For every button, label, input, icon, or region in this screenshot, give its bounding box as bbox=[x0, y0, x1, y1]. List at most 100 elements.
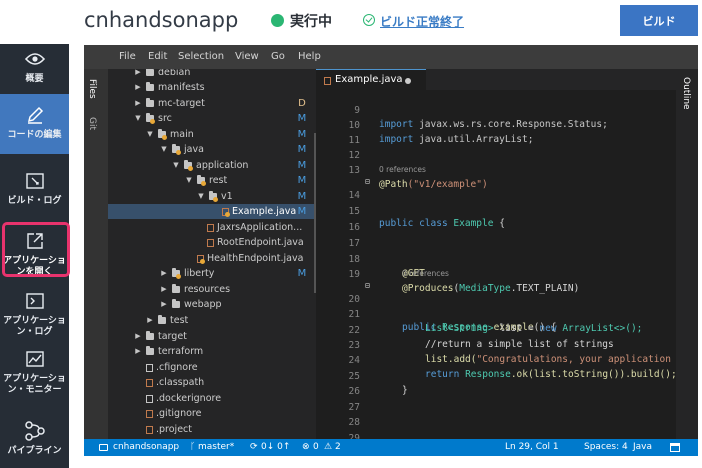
sync-icon: ⟳ bbox=[250, 442, 258, 452]
unsaved-dot-icon[interactable] bbox=[405, 78, 411, 84]
outline-panel-tab[interactable] bbox=[676, 69, 698, 439]
tab-outline[interactable]: Outline bbox=[681, 77, 691, 110]
tree-item[interactable]: .classpath bbox=[108, 375, 316, 390]
tree-item[interactable]: ▶ mc-target D bbox=[108, 96, 316, 111]
file-icon bbox=[146, 364, 153, 372]
git-branch-icon: ᚴ bbox=[190, 442, 196, 452]
tab-files[interactable]: Files bbox=[87, 79, 97, 99]
status-cursor-position[interactable]: Ln 29, Col 1 bbox=[505, 442, 559, 452]
tree-item-label: target bbox=[158, 331, 187, 342]
nav-overview[interactable]: 概要 bbox=[0, 44, 69, 92]
code-line: 27 bbox=[316, 387, 676, 413]
status-indentation[interactable]: Spaces: 4 bbox=[584, 442, 628, 452]
tab-example-java[interactable]: Example.java bbox=[316, 69, 426, 90]
tree-item[interactable]: JaxrsApplication... bbox=[108, 220, 316, 235]
tree-item-label: mc-target bbox=[158, 98, 205, 109]
build-status-link[interactable]: ビルド正常終了 bbox=[380, 13, 464, 30]
tree-item[interactable]: .gitignore bbox=[108, 406, 316, 421]
tab-label: Example.java bbox=[335, 74, 403, 85]
nav-pipeline[interactable]: パイプライン bbox=[0, 416, 69, 466]
status-project[interactable]: cnhandsonapp bbox=[113, 442, 179, 452]
tree-item-label: Example.java bbox=[232, 206, 297, 217]
git-status-modified: M bbox=[297, 144, 307, 155]
tree-item-label: .project bbox=[156, 424, 192, 435]
tree-item-selected[interactable]: Example.java M bbox=[108, 204, 316, 219]
terminal-icon bbox=[25, 290, 44, 312]
tree-item-label: java bbox=[184, 144, 204, 155]
java-file-icon bbox=[207, 239, 214, 247]
git-status-modified: M bbox=[297, 160, 307, 171]
error-icon: ⊗ bbox=[302, 442, 310, 452]
chevron-right-icon: ▶ bbox=[135, 83, 141, 91]
status-bar: cnhandsonapp ᚴ master* ⟳ 0↓ 0↑ ⊗ 0 ⚠ 2 L… bbox=[84, 439, 698, 456]
tree-item[interactable]: ▶ target bbox=[108, 329, 316, 344]
status-sync[interactable]: 0↓ 0↑ bbox=[261, 442, 290, 452]
pipeline-icon bbox=[24, 420, 46, 442]
menu-file[interactable]: File bbox=[119, 51, 136, 62]
modified-badge-icon bbox=[200, 259, 205, 264]
menu-go[interactable]: Go bbox=[271, 51, 285, 62]
tree-item[interactable]: ▶ webapp bbox=[108, 297, 316, 312]
status-language[interactable]: Java bbox=[633, 442, 652, 452]
tree-item[interactable]: ▶ manifests bbox=[108, 80, 316, 95]
chevron-down-icon: ▼ bbox=[186, 176, 192, 184]
code-area[interactable]: 9 import javax.ws.rs.core.Response.Statu… bbox=[316, 90, 676, 439]
status-branch[interactable]: master* bbox=[198, 442, 234, 452]
status-errors[interactable]: 0 bbox=[313, 442, 319, 452]
tree-item[interactable]: ▶ resources bbox=[108, 282, 316, 297]
status-warnings[interactable]: 2 bbox=[335, 442, 341, 452]
fold-collapse-icon[interactable]: ⊟ bbox=[365, 279, 370, 293]
project-icon bbox=[99, 444, 108, 451]
tree-item[interactable]: ▼ rest M bbox=[108, 173, 316, 188]
tree-item[interactable]: ▶ test bbox=[108, 313, 316, 328]
tree-item[interactable]: ▶ terraform bbox=[108, 344, 316, 359]
tree-item[interactable]: ▼ application M bbox=[108, 158, 316, 173]
app-title: cnhandsonapp bbox=[84, 8, 239, 32]
open-app-highlight-box bbox=[2, 222, 70, 277]
notification-icon[interactable] bbox=[670, 443, 680, 452]
build-button[interactable]: ビルド bbox=[620, 5, 698, 36]
java-file-icon bbox=[207, 224, 214, 232]
tab-git[interactable]: Git bbox=[87, 117, 97, 130]
tree-item[interactable]: .cfignore bbox=[108, 360, 316, 375]
nav-code-edit[interactable]: コードの編集 bbox=[0, 94, 69, 154]
tree-item[interactable]: ▼ src M bbox=[108, 111, 316, 126]
tree-item-label: .classpath bbox=[156, 377, 205, 388]
modified-badge-icon bbox=[176, 150, 181, 155]
code-line: 19 @Produces(MediaType.TEXT_PLAIN) bbox=[316, 254, 676, 294]
menu-help[interactable]: Help bbox=[298, 51, 321, 62]
menu-selection[interactable]: Selection bbox=[178, 51, 224, 62]
folder-icon bbox=[146, 82, 154, 91]
codelens-references[interactable]: 0 references bbox=[402, 269, 449, 278]
fold-collapse-icon[interactable]: ⊟ bbox=[365, 175, 370, 189]
nav-app-monitor[interactable]: アプリケーション・モニター bbox=[0, 344, 69, 408]
tree-item[interactable]: .dockerignore bbox=[108, 391, 316, 406]
code-line: 15 bbox=[316, 191, 676, 217]
tree-item-label: HealthEndpoint.java bbox=[207, 253, 304, 264]
file-explorer: ▶ debian ▶ manifests ▶ mc-target D ▼ src… bbox=[108, 69, 316, 439]
tree-item[interactable]: ▼ java M bbox=[108, 142, 316, 157]
tree-item[interactable]: ▶ liberty M bbox=[108, 266, 316, 281]
tree-item[interactable]: RootEndpoint.java bbox=[108, 235, 316, 250]
chevron-down-icon: ▼ bbox=[198, 192, 204, 200]
codelens-references[interactable]: 0 references bbox=[379, 165, 426, 174]
tree-item-label: .dockerignore bbox=[156, 393, 222, 404]
tree-item[interactable]: ▼ v1 M bbox=[108, 189, 316, 204]
tree-item[interactable]: ▼ main M bbox=[108, 127, 316, 142]
chevron-right-icon: ▶ bbox=[147, 316, 153, 324]
check-circle-icon bbox=[363, 14, 375, 26]
menu-view[interactable]: View bbox=[235, 51, 259, 62]
menu-edit[interactable]: Edit bbox=[148, 51, 167, 62]
tree-item[interactable]: .project bbox=[108, 422, 316, 437]
code-line: 10 import java.util.ArrayList; bbox=[316, 105, 676, 145]
nav-app-log[interactable]: アプリケーション・ログ bbox=[0, 286, 69, 342]
nav-build-log[interactable]: ビルド・ログ bbox=[0, 164, 69, 214]
java-file-icon bbox=[324, 77, 331, 85]
tree-item[interactable]: HealthEndpoint.java bbox=[108, 251, 316, 266]
file-icon bbox=[146, 379, 153, 387]
chevron-down-icon: ▼ bbox=[135, 114, 141, 122]
tree-item[interactable]: ▶ debian bbox=[108, 69, 316, 80]
modified-badge-icon bbox=[213, 197, 218, 202]
modified-badge-icon bbox=[188, 166, 193, 171]
tree-item-label: RootEndpoint.java bbox=[217, 237, 304, 248]
